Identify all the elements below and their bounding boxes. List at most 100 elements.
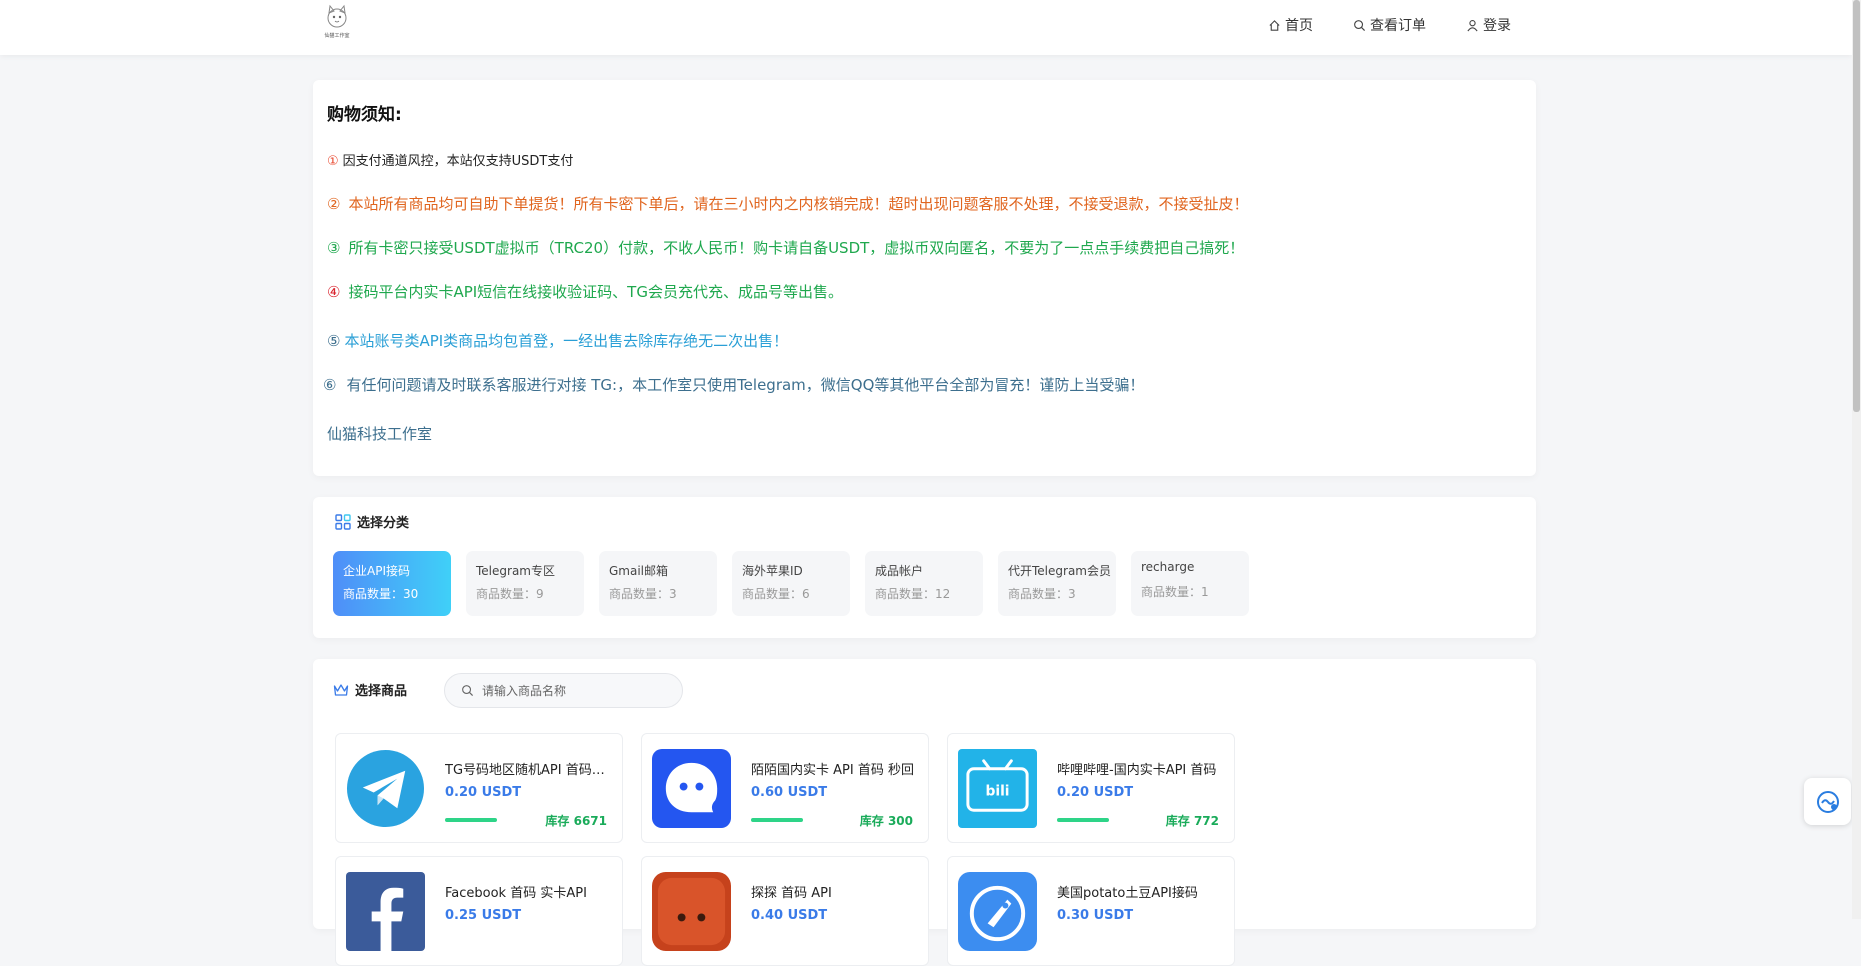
user-icon (1467, 19, 1478, 31)
search-icon (462, 685, 474, 697)
facebook-logo-icon (346, 872, 425, 951)
nav-login-label: 登录 (1483, 18, 1511, 34)
notice-num: ③ (327, 239, 341, 257)
crown-icon (333, 683, 349, 696)
notice-num: ⑥ (323, 376, 337, 394)
nav-orders-label: 查看订单 (1370, 18, 1426, 34)
category-count: 商品数量：6 (742, 587, 810, 601)
notice-text: 本站账号类API类商品均包首登，一经出售去除库存绝无二次出售！ (344, 332, 789, 350)
product-search-input[interactable] (480, 682, 664, 699)
notice-num: ⑤ (327, 332, 341, 350)
category-count: 商品数量：30 (343, 587, 419, 601)
scrollbar-thumb[interactable] (1853, 0, 1860, 412)
notice-num: ④ (327, 283, 341, 301)
svg-text:bili: bili (985, 783, 1009, 799)
product-price: 0.30 USDT (1057, 908, 1134, 923)
product-price: 0.20 USDT (1057, 785, 1134, 800)
category-tile-telegram[interactable]: Telegram专区 商品数量：9 (466, 551, 584, 616)
category-count: 商品数量：12 (875, 587, 951, 601)
product-stock: 库存 6671 (545, 814, 607, 828)
notice-num: ② (327, 195, 341, 213)
product-search[interactable] (444, 673, 683, 708)
notice-line-6: ⑥ 有任何问题请及时联系客服进行对接 TG:，本工作室只使用Telegram，微信… (323, 374, 1144, 395)
product-item[interactable]: Facebook 首码 实卡API 0.25 USDT (335, 856, 623, 966)
product-stock: 库存 300 (859, 814, 913, 828)
notice-signature: 仙猫科技工作室 (327, 425, 433, 443)
product-name: 探探 首码 API (751, 886, 832, 901)
site-logo[interactable]: 仙猫工作室 (318, 3, 356, 43)
category-tile-enterprise-api[interactable]: 企业API接码 商品数量：30 (333, 551, 451, 616)
product-title-label: 选择商品 (355, 684, 408, 699)
category-tile-telegram-premium[interactable]: 代开Telegram会员 商品数量：3 (998, 551, 1116, 616)
category-count: 商品数量：3 (1008, 587, 1076, 601)
notice-text: 所有卡密只接受USDT虚拟币（TRC20）付款，不收人民币！购卡请自备USDT，… (348, 239, 1245, 257)
category-tile-gmail[interactable]: Gmail邮箱 商品数量：3 (599, 551, 717, 616)
momo-logo-icon (652, 749, 731, 828)
product-name: 哔哩哔哩-国内实卡API 首码 (1057, 763, 1217, 778)
notice-text: 本站所有商品均可自助下单提货！所有卡密下单后，请在三小时内之内核销完成！超时出现… (348, 195, 1249, 213)
product-name: Facebook 首码 实卡API (445, 886, 587, 901)
notice-text: 接码平台内实卡API短信在线接收验证码、TG会员充代充、成品号等出售。 (348, 283, 843, 301)
notice-title: 购物须知: (327, 105, 402, 125)
category-tile-accounts[interactable]: 成品帐户 商品数量：12 (865, 551, 983, 616)
category-card: 选择分类 企业API接码 商品数量：30 Telegram专区 商品数量：9 G… (313, 497, 1536, 638)
category-name: Gmail邮箱 (609, 564, 669, 578)
product-price: 0.40 USDT (751, 908, 828, 923)
product-card: 选择商品 TG号码地区随机API 首码实卡 0.20 USDT 库存 6671 … (313, 659, 1536, 966)
nav-home-label: 首页 (1285, 18, 1313, 34)
category-name: recharge (1141, 560, 1195, 574)
product-section-title: 选择商品 (333, 680, 407, 699)
product-name: 陌陌国内实卡 API 首码 秒回 (751, 763, 914, 778)
product-item[interactable]: bili 哔哩哔哩-国内实卡API 首码 0.20 USDT 库存 772 (947, 733, 1235, 843)
product-name: 美国potato土豆API接码 (1057, 886, 1198, 901)
category-title-label: 选择分类 (357, 516, 410, 531)
notice-line-4: ④ 接码平台内实卡API短信在线接收验证码、TG会员充代充、成品号等出售。 (327, 281, 843, 302)
category-count: 商品数量：3 (609, 587, 677, 601)
notice-line-3: ③ 所有卡密只接受USDT虚拟币（TRC20）付款，不收人民币！购卡请自备USDT… (327, 237, 1244, 258)
category-name: 成品帐户 (875, 564, 924, 578)
category-tile-recharge[interactable]: recharge 商品数量：1 (1131, 551, 1249, 616)
stock-bar (1057, 818, 1109, 822)
bilibili-logo-icon: bili (958, 749, 1037, 828)
notice-text: 因支付通道风控，本站仅支持USDT支付 (342, 154, 574, 169)
product-item[interactable]: TG号码地区随机API 首码实卡 0.20 USDT 库存 6671 (335, 733, 623, 843)
product-price: 0.60 USDT (751, 785, 828, 800)
product-stock: 库存 772 (1165, 814, 1219, 828)
notice-line-1: ① 因支付通道风控，本站仅支持USDT支付 (327, 150, 573, 169)
logo-text: 仙猫工作室 (324, 33, 350, 39)
category-name: 代开Telegram会员 (1008, 564, 1111, 578)
stock-bar (751, 818, 803, 822)
search-icon (1354, 19, 1366, 31)
notice-num: ① (327, 154, 339, 169)
tantan-logo-icon (652, 872, 731, 951)
floating-support-button[interactable] (1804, 778, 1851, 825)
header: 仙猫工作室 首页 查看订单 登录 (0, 0, 1852, 55)
product-price: 0.25 USDT (445, 908, 522, 923)
nav-home[interactable]: 首页 (1268, 14, 1313, 36)
chat-support-icon (1816, 790, 1839, 813)
notice-text: 有任何问题请及时联系客服进行对接 TG:，本工作室只使用Telegram，微信Q… (346, 376, 1145, 394)
potato-logo-icon (958, 872, 1037, 951)
category-section-title: 选择分类 (335, 512, 409, 531)
category-name: 海外苹果ID (742, 564, 803, 578)
shopping-notice-card: 购物须知: ① 因支付通道风控，本站仅支持USDT支付 ② 本站所有商品均可自助下单… (313, 80, 1536, 476)
notice-line-5: ⑤ 本站账号类API类商品均包首登，一经出售去除库存绝无二次出售！ (327, 330, 788, 351)
home-icon (1269, 19, 1280, 31)
nav-orders[interactable]: 查看订单 (1353, 14, 1426, 36)
notice-line-2: ② 本站所有商品均可自助下单提货！所有卡密下单后，请在三小时内之内核销完成！超时出… (327, 193, 1248, 214)
nav-login[interactable]: 登录 (1466, 14, 1511, 36)
category-name: Telegram专区 (476, 564, 555, 578)
product-price: 0.20 USDT (445, 785, 522, 800)
product-item[interactable]: 美国potato土豆API接码 0.30 USDT (947, 856, 1235, 966)
category-count: 商品数量：9 (476, 587, 544, 601)
product-item[interactable]: 探探 首码 API 0.40 USDT (641, 856, 929, 966)
product-item[interactable]: 陌陌国内实卡 API 首码 秒回 0.60 USDT 库存 300 (641, 733, 929, 843)
category-count: 商品数量：1 (1141, 585, 1209, 599)
page-scrollbar[interactable] (1852, 0, 1861, 919)
cat-logo-icon (327, 4, 347, 28)
category-name: 企业API接码 (343, 564, 410, 578)
category-tile-apple-id[interactable]: 海外苹果ID 商品数量：6 (732, 551, 850, 616)
grid-icon (335, 513, 351, 530)
product-name: TG号码地区随机API 首码实卡 (445, 763, 610, 778)
stock-bar (445, 818, 497, 822)
